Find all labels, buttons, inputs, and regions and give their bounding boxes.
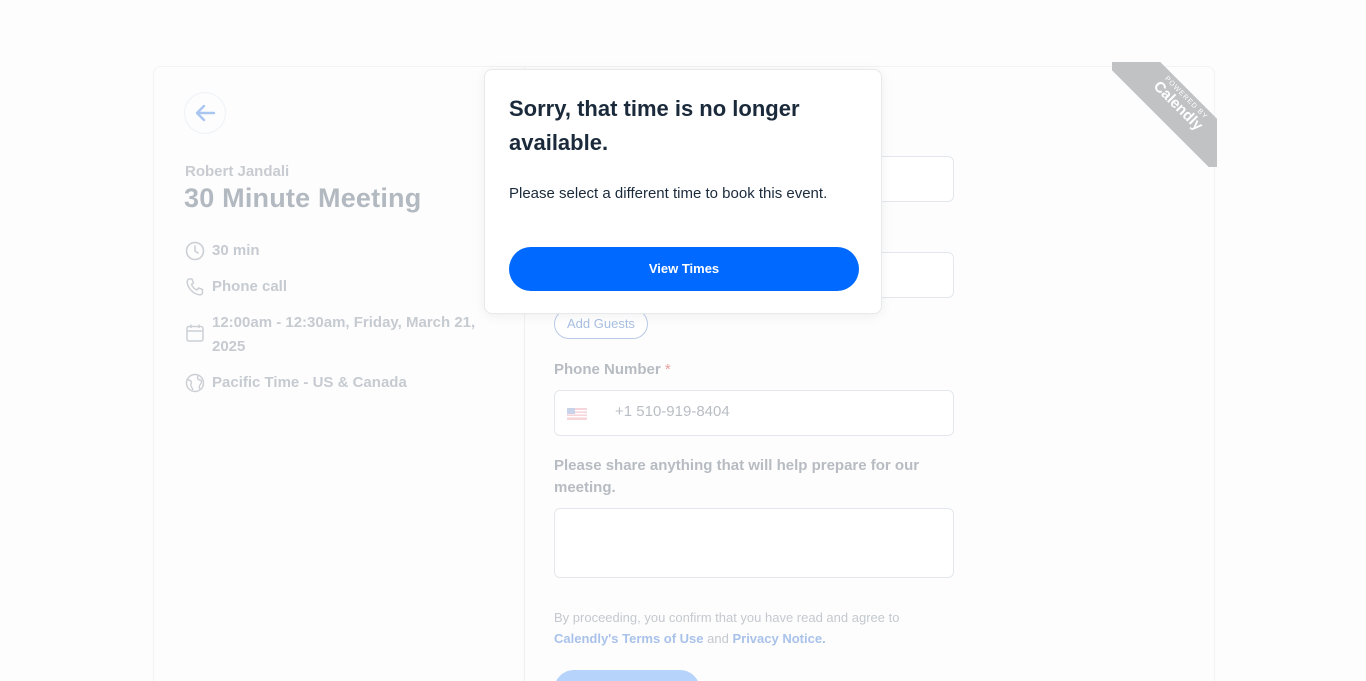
- booking-page: Robert Jandali 30 Minute Meeting 30 min …: [0, 0, 1366, 681]
- event-title: 30 Minute Meeting: [184, 183, 422, 213]
- modal-title: Sorry, that time is no longer available.: [509, 96, 800, 155]
- organizer-name: Robert Jandali: [185, 163, 290, 180]
- datetime-line-1: 12:00am - 12:30am, Friday, March 21,: [212, 314, 476, 331]
- notes-label: Please share anything that will help pre…: [554, 457, 920, 496]
- location-detail: Phone call: [184, 275, 287, 299]
- location-text: Phone call: [212, 278, 288, 295]
- calendar-icon: [184, 321, 206, 345]
- us-flag-icon[interactable]: [567, 408, 587, 420]
- event-details-panel: Robert Jandali 30 Minute Meeting 30 min …: [154, 67, 525, 681]
- timezone-detail: Pacific Time - US & Canada: [184, 371, 407, 395]
- legal-notice: By proceeding, you confirm that you have…: [554, 607, 974, 649]
- phone-icon: [184, 275, 206, 299]
- back-button[interactable]: [184, 92, 226, 134]
- timezone-text: Pacific Time - US & Canada: [212, 374, 407, 391]
- required-mark: *: [664, 361, 671, 378]
- datetime-line-2: 2025: [212, 338, 246, 355]
- time-unavailable-modal: Sorry, that time is no longer available.…: [484, 69, 882, 314]
- legal-and: and: [707, 631, 729, 646]
- duration-detail: 30 min: [184, 239, 260, 263]
- phone-value[interactable]: +1 510-919-8404: [615, 403, 730, 420]
- powered-by-text: POWERED BY: [1163, 75, 1209, 121]
- datetime-text: 12:00am - 12:30am, Friday, March 21, 202…: [212, 311, 475, 359]
- duration-text: 30 min: [212, 242, 260, 259]
- phone-input[interactable]: +1 510-919-8404: [554, 390, 954, 436]
- notes-textarea[interactable]: [554, 508, 954, 578]
- view-times-button[interactable]: View Times: [509, 247, 859, 291]
- schedule-event-button[interactable]: [554, 670, 700, 681]
- legal-text: By proceeding, you confirm that you have…: [554, 610, 900, 625]
- phone-label: Phone Number *: [554, 361, 671, 378]
- terms-link[interactable]: Calendly's Terms of Use: [554, 631, 704, 646]
- clock-icon: [184, 239, 206, 263]
- modal-message: Please select a different time to book t…: [509, 185, 828, 202]
- arrow-left-icon: [195, 104, 216, 122]
- phone-label-text: Phone Number: [554, 361, 661, 378]
- powered-by-ribbon[interactable]: POWERED BY Calendly: [1112, 62, 1217, 167]
- globe-icon: [184, 371, 206, 395]
- powered-by-badge[interactable]: POWERED BY Calendly: [1112, 62, 1217, 167]
- privacy-link[interactable]: Privacy Notice.: [732, 631, 825, 646]
- datetime-detail: 12:00am - 12:30am, Friday, March 21, 202…: [184, 311, 475, 359]
